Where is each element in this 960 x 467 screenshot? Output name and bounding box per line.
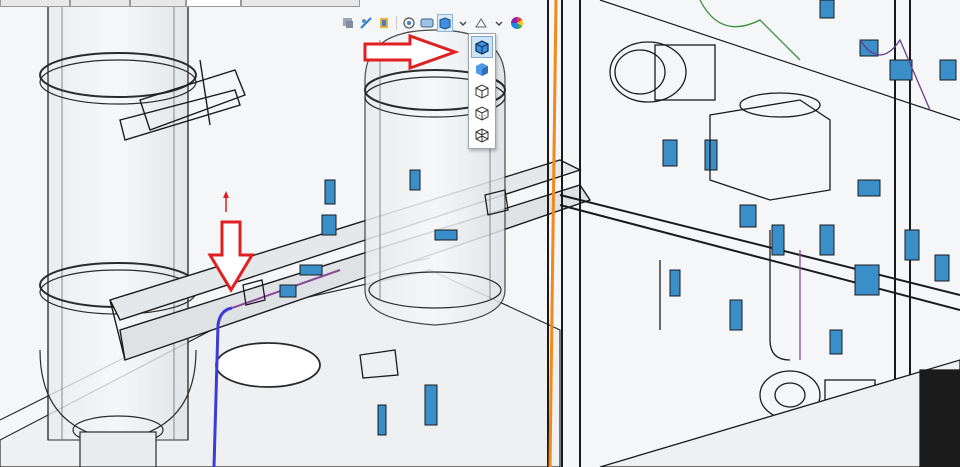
shaded-with-edges-icon[interactable] bbox=[471, 36, 493, 58]
display-style-icon[interactable] bbox=[437, 14, 453, 32]
hidden-lines-removed-icon[interactable] bbox=[471, 80, 493, 102]
heads-up-view-toolbar bbox=[340, 12, 565, 34]
document-tab-strip bbox=[0, 0, 360, 7]
section-view-icon[interactable] bbox=[358, 14, 374, 32]
chevron-down-icon[interactable] bbox=[455, 14, 471, 32]
hide-show-items-icon[interactable] bbox=[419, 14, 435, 32]
chevron-down-icon-2[interactable] bbox=[491, 14, 507, 32]
edit-appearance-icon[interactable] bbox=[509, 14, 525, 32]
left-tank bbox=[39, 0, 197, 467]
wireframe-icon[interactable] bbox=[471, 124, 493, 146]
tab-3[interactable] bbox=[130, 0, 186, 7]
dynamic-annotation-icon[interactable] bbox=[376, 14, 392, 32]
shaded-icon[interactable] bbox=[471, 58, 493, 80]
tab-2[interactable] bbox=[70, 0, 131, 7]
tab-1[interactable] bbox=[0, 0, 71, 7]
tab-5 bbox=[241, 0, 360, 7]
view-orientation-icon[interactable] bbox=[401, 14, 417, 32]
hidden-lines-visible-icon[interactable] bbox=[471, 102, 493, 124]
scene-icon[interactable] bbox=[473, 14, 489, 32]
tab-4[interactable] bbox=[185, 0, 242, 7]
previous-view-icon[interactable] bbox=[340, 14, 356, 32]
display-style-dropdown bbox=[468, 33, 496, 149]
